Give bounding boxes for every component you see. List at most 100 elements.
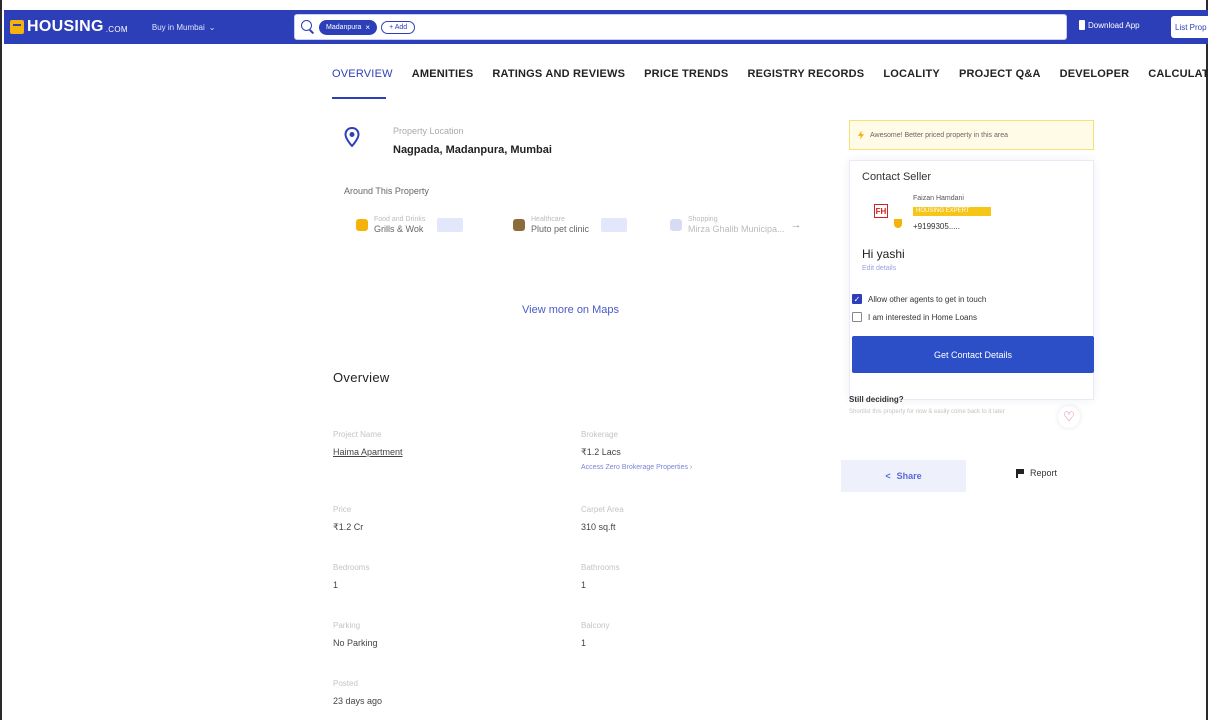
healthcare-icon <box>513 219 525 231</box>
search-chip-madanpura[interactable]: Madanpura × <box>319 19 378 35</box>
shortlist-heart-button[interactable]: ♡ <box>1058 406 1080 428</box>
contact-seller-title: Contact Seller <box>862 171 932 183</box>
field-balcony: Balcony 1 <box>581 621 609 648</box>
tab-calculator[interactable]: CALCULATOR <box>1148 68 1208 80</box>
flag-icon <box>1016 468 1024 478</box>
poi-name: Pluto pet clinic <box>531 224 590 234</box>
field-price: Price ₹1.2 Cr <box>333 505 363 533</box>
poi-category: Healthcare <box>531 216 565 223</box>
field-parking: Parking No Parking <box>333 621 378 648</box>
seller-phone: +9199305..... <box>913 222 960 231</box>
top-navbar: HOUSING .COM Buy in Mumbai ⌄ Madanpura ×… <box>4 10 1208 44</box>
poi-category: Food and Drinks <box>374 216 426 223</box>
report-button[interactable]: Report <box>1016 468 1057 478</box>
view-more-maps-link[interactable]: View more on Maps <box>522 304 619 316</box>
zero-brokerage-link[interactable]: Access Zero Brokerage Properties › <box>581 464 692 471</box>
poi-distance-badge <box>437 218 464 232</box>
allow-agents-checkbox[interactable]: ✓ <box>852 294 862 304</box>
home-loans-checkbox-row[interactable]: I am interested in Home Loans <box>852 312 977 322</box>
list-property-button[interactable]: List Prop <box>1171 16 1208 38</box>
field-value: 1 <box>333 580 339 590</box>
field-label: Brokerage <box>581 430 618 439</box>
field-bedrooms: Bedrooms 1 <box>333 563 369 590</box>
tab-project-qa[interactable]: PROJECT Q&A <box>959 68 1041 80</box>
field-project-name: Project Name Haima Apartment <box>333 430 403 457</box>
add-location-button[interactable]: + Add <box>381 20 416 34</box>
field-label: Bathrooms <box>581 563 620 572</box>
food-icon <box>356 219 368 231</box>
share-button[interactable]: < Share <box>841 460 966 492</box>
location-pin-icon <box>344 127 360 147</box>
seller-avatar: FH <box>874 204 888 218</box>
tab-developer[interactable]: DEVELOPER <box>1060 68 1130 80</box>
allow-agents-checkbox-row[interactable]: ✓ Allow other agents to get in touch <box>852 294 986 304</box>
still-deciding-subtitle: Shortlist this property for now & easily… <box>849 409 1005 415</box>
tab-registry-records[interactable]: REGISTRY RECORDS <box>747 68 864 80</box>
section-tabs: OVERVIEW AMENITIES RATINGS AND REVIEWS P… <box>332 68 1208 80</box>
poi-name: Grills & Wok <box>374 224 424 234</box>
home-loans-label: I am interested in Home Loans <box>868 312 977 322</box>
active-tab-indicator <box>332 97 386 99</box>
housing-logo[interactable]: HOUSING .COM <box>10 18 128 36</box>
download-app-label: Download App <box>1088 20 1140 30</box>
still-deciding-title: Still deciding? <box>849 395 904 404</box>
project-name-link[interactable]: Haima Apartment <box>333 447 403 457</box>
poi-name: Mirza Ghalib Municipa... <box>688 224 785 234</box>
around-property-title: Around This Property <box>344 186 429 196</box>
close-icon[interactable]: × <box>365 23 370 32</box>
field-label: Price <box>333 505 352 514</box>
search-input[interactable]: Madanpura × + Add <box>294 14 1067 40</box>
banner-text: Awesome! Better priced property in this … <box>870 131 1008 139</box>
logo-text: HOUSING <box>27 18 104 35</box>
poi-category: Shopping <box>688 216 718 223</box>
location-value: Nagpada, Madanpura, Mumbai <box>393 144 552 156</box>
tab-price-trends[interactable]: PRICE TRENDS <box>644 68 728 80</box>
field-label: Posted <box>333 679 358 688</box>
field-posted: Posted 23 days ago <box>333 679 382 706</box>
field-label: Carpet Area <box>581 505 624 514</box>
heart-icon: ♡ <box>1063 409 1075 424</box>
share-icon: < <box>885 471 891 481</box>
report-label: Report <box>1030 468 1058 478</box>
chevron-down-icon: ⌄ <box>208 22 216 32</box>
field-label: Project Name <box>333 430 382 439</box>
field-label: Parking <box>333 621 361 630</box>
poi-healthcare[interactable]: Healthcare Pluto pet clinic <box>513 216 628 234</box>
poi-shopping[interactable]: Shopping Mirza Ghalib Municipa... → <box>670 216 802 234</box>
tab-ratings-reviews[interactable]: RATINGS AND REVIEWS <box>492 68 625 80</box>
field-value: 1 <box>581 638 587 648</box>
home-loans-checkbox[interactable] <box>852 312 862 322</box>
arrow-right-icon[interactable]: → <box>791 219 802 231</box>
phone-icon <box>1079 20 1085 30</box>
verified-badge-icon <box>894 219 902 228</box>
edit-details-link[interactable]: Edit details <box>862 265 896 272</box>
share-label: Share <box>896 471 922 481</box>
logo-suffix: .COM <box>105 25 128 34</box>
field-carpet-area: Carpet Area 310 sq.ft <box>581 505 624 532</box>
field-value: ₹1.2 Cr <box>333 522 364 532</box>
contact-seller-card: Contact Seller FH Faizan Hamdani HOUSING… <box>849 160 1094 400</box>
housing-logo-icon <box>10 20 24 34</box>
tab-amenities[interactable]: AMENITIES <box>412 68 474 80</box>
tab-locality[interactable]: LOCALITY <box>883 68 940 80</box>
city-select[interactable]: Buy in Mumbai ⌄ <box>152 23 216 32</box>
search-icon <box>301 20 315 34</box>
city-select-label: Buy in Mumbai <box>151 22 205 32</box>
tab-overview[interactable]: OVERVIEW <box>332 68 393 80</box>
field-value: ₹1.2 Lacs <box>581 447 621 457</box>
field-value: 23 days ago <box>333 696 383 706</box>
field-value: 1 <box>581 580 587 590</box>
location-label: Property Location <box>393 126 464 136</box>
download-app-button[interactable]: Download App <box>1079 20 1140 30</box>
field-value: 310 sq.ft <box>581 522 616 532</box>
overview-title: Overview <box>333 370 390 385</box>
bolt-icon <box>858 130 864 140</box>
user-greeting: Hi yashi <box>862 247 905 261</box>
poi-food[interactable]: Food and Drinks Grills & Wok <box>356 216 464 234</box>
poi-distance-badge <box>601 218 628 232</box>
field-label: Balcony <box>581 621 610 630</box>
chip-label: Madanpura <box>326 23 362 31</box>
get-contact-details-button[interactable]: Get Contact Details <box>852 336 1094 373</box>
field-bathrooms: Bathrooms 1 <box>581 563 620 590</box>
shopping-cart-icon <box>670 219 682 231</box>
